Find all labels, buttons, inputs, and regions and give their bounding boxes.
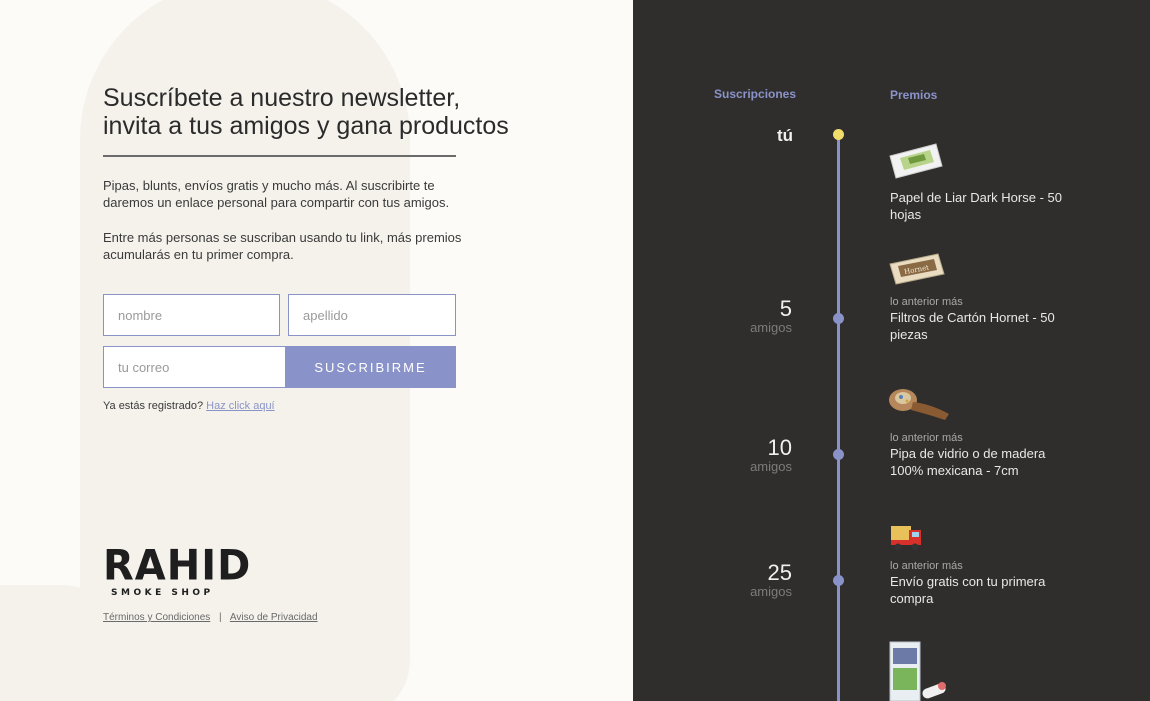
tier-unit: amigos xyxy=(750,459,792,474)
description: Pipas, blunts, envíos gratis y mucho más… xyxy=(103,178,450,210)
registered-text: Ya estás registrado? xyxy=(103,400,204,412)
delivery-truck-icon xyxy=(891,526,921,551)
prize-item: lo anterior más Envío gratis con tu prim… xyxy=(890,559,1080,607)
footer-separator: | xyxy=(219,612,222,623)
prizes-header: Premios xyxy=(890,88,938,102)
blunt-wraps-icon xyxy=(889,641,946,701)
you-marker xyxy=(833,129,844,140)
first-name-input[interactable] xyxy=(103,294,280,336)
tier-marker xyxy=(833,449,844,460)
subscriptions-header: Suscripciones xyxy=(714,87,797,101)
description: Entre más personas se suscriban usando t… xyxy=(103,230,462,262)
prize-name: Papel de Liar Dark Horse - 50 hojas xyxy=(890,190,1062,222)
prize-prefix: lo anterior más xyxy=(890,432,963,444)
prize-item: lo anterior más Filtros de Cartón Hornet… xyxy=(890,295,1080,343)
tier-number: 10 xyxy=(767,435,792,460)
tier-count: 5 amigos xyxy=(692,297,792,335)
tier-marker xyxy=(833,575,844,586)
registered-note: Ya estás registrado? Haz click aquí xyxy=(103,400,275,412)
prize-item: lo anterior más Pipa de vidrio o de made… xyxy=(890,431,1080,479)
tier-unit: amigos xyxy=(750,320,792,335)
rewards-panel: Suscripciones Premios tú Papel de Liar D… xyxy=(633,0,1150,701)
timeline-line xyxy=(837,134,840,701)
title-line: Suscríbete a nuestro newsletter, xyxy=(103,84,461,112)
rolling-papers-icon xyxy=(889,143,943,179)
prize-name: Envío gratis con tu primera compra xyxy=(890,574,1046,606)
prize-name: Filtros de Cartón Hornet - 50 piezas xyxy=(890,310,1055,342)
tier-count: 25 amigos xyxy=(692,561,792,599)
logo-wordmark: RAHID xyxy=(103,541,252,591)
tier-number: 5 xyxy=(779,296,792,321)
divider xyxy=(103,155,456,157)
tier-number: 25 xyxy=(767,560,792,585)
title-line: invita a tus amigos y gana productos xyxy=(103,112,509,140)
page-title: Suscríbete a nuestro newsletter, invita … xyxy=(103,84,553,140)
tier-unit: amigos xyxy=(750,584,792,599)
login-link[interactable]: Haz click aquí xyxy=(206,400,274,412)
last-name-input[interactable] xyxy=(288,294,456,336)
privacy-link[interactable]: Aviso de Privacidad xyxy=(230,612,318,623)
signup-panel: Suscríbete a nuestro newsletter, invita … xyxy=(0,0,633,701)
prize-prefix: lo anterior más xyxy=(890,560,963,572)
subscribe-button[interactable]: SUSCRIBIRME xyxy=(285,346,456,388)
brand-logo: RAHID SMOKE SHOP xyxy=(103,541,252,598)
prize-name: Pipa de vidrio o de madera 100% mexicana… xyxy=(890,446,1046,478)
tier-count: 10 amigos xyxy=(692,436,792,474)
prize-item: Papel de Liar Dark Horse - 50 hojas xyxy=(890,189,1080,223)
you-label: tú xyxy=(776,126,793,145)
tier-marker xyxy=(833,313,844,324)
prize-prefix: lo anterior más xyxy=(890,296,963,308)
email-input[interactable] xyxy=(103,346,286,388)
filter-tips-icon: Hornet xyxy=(889,253,945,285)
footer-links: Términos y Condiciones | Aviso de Privac… xyxy=(103,612,318,623)
terms-link[interactable]: Términos y Condiciones xyxy=(103,612,210,623)
pipe-icon xyxy=(889,389,949,420)
